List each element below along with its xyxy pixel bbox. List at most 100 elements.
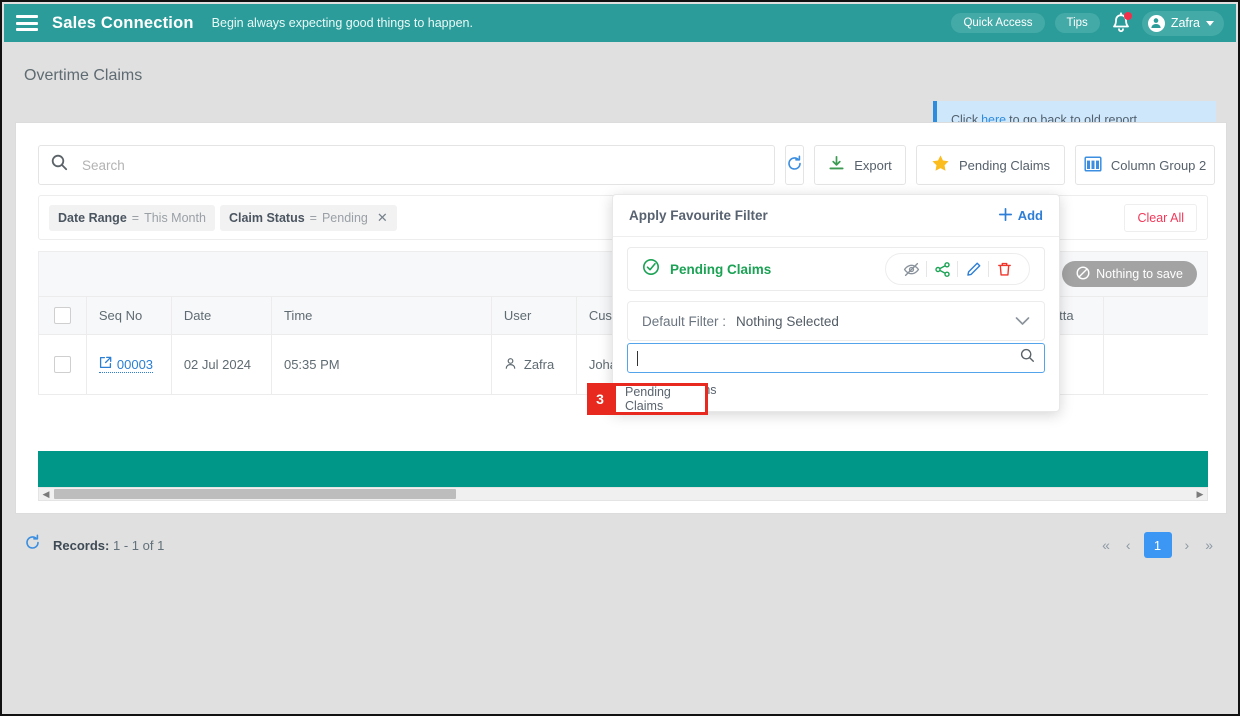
no-entry-icon: [1076, 265, 1090, 283]
chip-value: This Month: [144, 210, 206, 225]
column-group-button[interactable]: Column Group 2: [1075, 145, 1216, 185]
row-checkbox[interactable]: [53, 356, 71, 374]
open-external-icon: [99, 356, 112, 372]
pencil-icon[interactable]: [958, 261, 988, 278]
eye-off-icon[interactable]: [896, 261, 926, 278]
table-footer: Records: 1 - 1 of 1 « ‹ 1 › »: [4, 520, 1236, 570]
avatar-icon: [1147, 14, 1165, 32]
refresh-icon: [786, 155, 803, 175]
default-filter-select[interactable]: Default Filter : Nothing Selected: [627, 301, 1045, 341]
column-header-date[interactable]: Date: [170, 296, 272, 335]
clear-all-button[interactable]: Clear All: [1124, 203, 1197, 232]
step-annotation: 3 Pending Claims: [587, 383, 708, 415]
page-prev-button[interactable]: ‹: [1123, 537, 1134, 553]
add-label: Add: [1017, 208, 1043, 223]
cell-user: Zafra: [490, 334, 577, 395]
default-filter-label: Default Filter :: [642, 313, 727, 329]
column-header-seq-no[interactable]: Seq No: [85, 296, 172, 335]
close-icon[interactable]: ✕: [377, 210, 388, 226]
chip-name: Claim Status: [228, 210, 305, 225]
brand-title: Sales Connection: [52, 13, 194, 32]
summary-bar: [38, 451, 1208, 487]
chevron-down-icon: [1206, 20, 1214, 26]
export-label: Export: [854, 157, 892, 173]
columns-icon: [1084, 155, 1102, 176]
seq-no-value: 00003: [116, 356, 154, 372]
page-title: Overtime Claims: [24, 67, 143, 84]
notification-dot: [1123, 12, 1132, 20]
scroll-right-icon[interactable]: ▶: [1193, 489, 1207, 500]
column-header-user[interactable]: User: [490, 296, 577, 335]
search-input[interactable]: [80, 156, 762, 174]
chevron-down-icon: [1015, 314, 1030, 329]
page-first-button[interactable]: «: [1099, 537, 1113, 553]
column-header-time[interactable]: Time: [270, 296, 492, 335]
favourite-item-name: Pending Claims: [670, 261, 772, 277]
cell-tail: [1102, 334, 1208, 395]
cell-date: 02 Jul 2024: [170, 334, 272, 395]
select-all-checkbox[interactable]: [53, 307, 71, 325]
user-menu[interactable]: Zafra: [1141, 10, 1224, 36]
select-all-header: [38, 296, 87, 335]
apply-favourite-filter-popup: Apply Favourite Filter Add Pending Claim…: [612, 194, 1060, 412]
toolbar: Export Pending Claims: [38, 145, 1216, 185]
favourite-item[interactable]: Pending Claims: [627, 247, 1045, 291]
brand-tagline: Begin always expecting good things to ha…: [211, 16, 473, 30]
chip-operator: =: [131, 210, 140, 225]
default-filter-value: Nothing Selected: [736, 313, 839, 329]
column-group-label: Column Group 2: [1110, 157, 1207, 173]
pagination: « ‹ 1 › »: [1099, 532, 1216, 558]
cell-time: 05:35 PM: [270, 334, 492, 395]
scrollbar-thumb[interactable]: [54, 489, 456, 499]
chip-operator: =: [309, 210, 317, 225]
trash-icon[interactable]: [989, 261, 1019, 278]
search-icon: [51, 154, 68, 176]
page-last-button[interactable]: »: [1202, 537, 1216, 553]
filter-chip-date-range[interactable]: Date Range = This Month: [49, 204, 215, 231]
filter-chip-claim-status[interactable]: Claim Status = Pending ✕: [219, 204, 397, 231]
records-range: 1 - 1: [112, 537, 139, 553]
nothing-to-save-button: Nothing to save: [1062, 261, 1197, 287]
chip-value: Pending: [321, 210, 368, 225]
step-highlight-box: Pending Claims: [613, 383, 708, 415]
footer-refresh-icon[interactable]: [24, 534, 41, 556]
favourite-filter-button[interactable]: Pending Claims: [916, 145, 1066, 185]
default-filter-search-field[interactable]: [627, 343, 1045, 373]
records-summary: Records: 1 - 1 of 1: [53, 538, 164, 553]
text-cursor: [637, 350, 638, 366]
search-field[interactable]: [38, 145, 775, 185]
topbar-actions: Quick Access Tips Zafra: [951, 10, 1224, 36]
page-next-button[interactable]: ›: [1182, 537, 1193, 553]
records-of: of: [142, 537, 154, 553]
quick-access-button[interactable]: Quick Access: [951, 13, 1045, 33]
user-cell: Zafra: [504, 357, 564, 373]
seq-no-link[interactable]: 00003: [98, 356, 154, 373]
favourite-filter-label: Pending Claims: [959, 157, 1051, 173]
favourite-item-actions: [885, 253, 1030, 285]
row-select-cell: [38, 334, 87, 395]
page-current-button[interactable]: 1: [1143, 532, 1172, 558]
popup-title: Apply Favourite Filter: [629, 208, 768, 223]
tips-button[interactable]: Tips: [1054, 13, 1100, 33]
popup-header: Apply Favourite Filter Add: [613, 195, 1059, 237]
horizontal-scrollbar[interactable]: ◀ ▶: [38, 487, 1208, 501]
share-icon[interactable]: [927, 261, 957, 278]
cell-seq-no: 00003: [85, 334, 172, 395]
hamburger-icon[interactable]: [16, 15, 38, 31]
refresh-button[interactable]: [785, 145, 804, 185]
records-label: Records:: [53, 537, 110, 553]
bell-icon[interactable]: [1110, 11, 1132, 35]
export-button[interactable]: Export: [814, 145, 906, 185]
column-header-tail[interactable]: [1102, 296, 1208, 335]
scroll-left-icon[interactable]: ◀: [39, 489, 53, 500]
check-circle-icon: [642, 258, 660, 281]
top-navbar: Sales Connection Begin always expecting …: [4, 4, 1236, 42]
add-favourite-button[interactable]: Add: [998, 207, 1043, 225]
app-window: Sales Connection Begin always expecting …: [0, 0, 1240, 716]
search-icon: [1020, 348, 1035, 368]
user-name: Zafra: [1170, 16, 1200, 30]
person-icon: [504, 357, 517, 373]
step-number-badge: 3: [587, 383, 613, 415]
nothing-to-save-label: Nothing to save: [1096, 267, 1183, 281]
chip-name: Date Range: [58, 210, 127, 225]
